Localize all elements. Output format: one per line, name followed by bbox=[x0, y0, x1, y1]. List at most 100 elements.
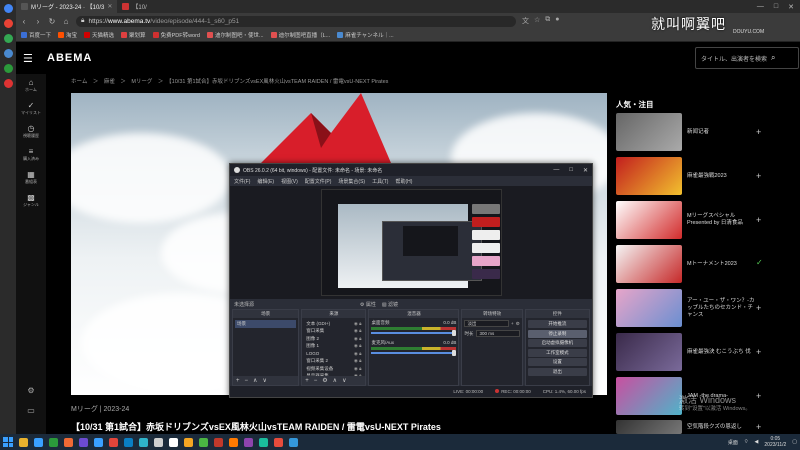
popular-thumbnail[interactable] bbox=[616, 157, 682, 195]
obs-menu-file[interactable]: 文件(F) bbox=[234, 178, 250, 185]
rail-item-mylist[interactable]: ✓ マイリスト bbox=[16, 97, 46, 120]
abema-logo[interactable]: ABEMA bbox=[47, 52, 92, 64]
source-item[interactable]: 窗口采集 2 ◉ 🔒︎ bbox=[304, 358, 363, 366]
clock[interactable]: 0:05 2023/11/2 bbox=[764, 436, 786, 448]
home-icon[interactable]: ⌂ bbox=[62, 17, 70, 26]
popular-item[interactable]: 空気階段クズの恩返し + bbox=[616, 420, 768, 434]
bookmark-item[interactable]: 聚划算 bbox=[121, 31, 146, 39]
remove-icon[interactable]: − bbox=[245, 378, 249, 384]
volume-slider[interactable] bbox=[371, 350, 457, 356]
add-to-list-icon[interactable]: + bbox=[756, 422, 761, 432]
extension-icon[interactable] bbox=[3, 4, 13, 13]
popular-item[interactable]: アー・ユー・ザ・ワン？-カップルたちのセカンド・チャンス + bbox=[616, 289, 768, 327]
popular-thumbnail[interactable] bbox=[616, 245, 682, 283]
taskbar-app-icon[interactable] bbox=[49, 437, 58, 447]
move-down-icon[interactable]: ∨ bbox=[262, 377, 266, 384]
move-up-icon[interactable]: ∧ bbox=[333, 377, 337, 384]
obs-properties-button[interactable]: ⚙ 属性 bbox=[360, 301, 376, 308]
popular-thumbnail[interactable] bbox=[616, 333, 682, 371]
taskbar-app-icon[interactable] bbox=[184, 437, 193, 447]
add-to-list-icon[interactable]: + bbox=[756, 127, 761, 137]
settings-button[interactable]: ⚙ bbox=[16, 386, 46, 395]
popular-item[interactable]: 新闻记者 + bbox=[616, 113, 768, 151]
close-window-icon[interactable]: ✕ bbox=[788, 3, 794, 11]
taskbar-app-icon[interactable] bbox=[259, 437, 268, 447]
taskbar-app-icon[interactable] bbox=[229, 437, 238, 447]
extension-icon[interactable] bbox=[3, 49, 13, 58]
obs-preview[interactable] bbox=[230, 186, 592, 299]
bookmark-item[interactable]: 免费PDF转word bbox=[152, 31, 200, 39]
minimize-icon[interactable]: — bbox=[553, 167, 559, 174]
taskbar-app-icon[interactable] bbox=[19, 437, 28, 447]
visibility-lock-icon[interactable]: ◉ 🔒︎ bbox=[354, 358, 362, 364]
windows-start-icon[interactable] bbox=[3, 437, 13, 447]
add-to-list-icon[interactable]: + bbox=[756, 347, 761, 357]
obs-control-button[interactable]: 停止录制 bbox=[527, 329, 587, 338]
taskbar-app-icon[interactable] bbox=[274, 437, 283, 447]
notification-icon[interactable]: ▢ bbox=[792, 439, 797, 445]
network-icon[interactable]: ⌔ bbox=[744, 439, 749, 445]
bookmark-item[interactable]: 天猫精选 bbox=[84, 31, 114, 39]
obs-menu-profile[interactable]: 配置文件(P) bbox=[305, 178, 332, 185]
taskbar-app-icon[interactable] bbox=[199, 437, 208, 447]
profile-icon[interactable]: ● bbox=[555, 16, 559, 26]
popular-thumbnail[interactable] bbox=[616, 289, 682, 327]
desktop-button[interactable]: 桌面 bbox=[728, 439, 738, 446]
source-item[interactable]: 图像 1 ◉ 🔒︎ bbox=[304, 343, 363, 351]
popular-item[interactable]: 麻雀最強決 むこうぶち 伐 + bbox=[616, 333, 768, 371]
add-icon[interactable]: + bbox=[511, 321, 514, 326]
taskbar-app-icon[interactable] bbox=[124, 437, 133, 447]
minimize-icon[interactable]: — bbox=[757, 3, 764, 11]
rail-item-purchased[interactable]: ≡ 購入済み bbox=[16, 143, 46, 166]
rail-item-genre[interactable]: ▩ ジャンル bbox=[16, 189, 46, 212]
obs-menu-edit[interactable]: 编辑(E) bbox=[257, 178, 274, 185]
add-to-list-icon[interactable]: + bbox=[756, 391, 761, 401]
volume-icon[interactable]: ◀ bbox=[755, 439, 759, 445]
taskbar-app-icon[interactable] bbox=[244, 437, 253, 447]
browser-tab-active[interactable]: Mリーグ - 2023-24 · 【10/3 ✕ bbox=[16, 0, 118, 13]
bookmark-item[interactable]: 百度一下 bbox=[21, 31, 51, 39]
forward-icon[interactable]: › bbox=[34, 17, 42, 26]
rail-item-home[interactable]: ⌂ ホーム bbox=[16, 74, 46, 97]
scene-item[interactable]: 场景 bbox=[235, 320, 297, 328]
obs-menu-tools[interactable]: 工具(T) bbox=[372, 178, 388, 185]
obs-control-button[interactable]: 工作室模式 bbox=[527, 348, 587, 357]
visibility-lock-icon[interactable]: ◉ 🔒︎ bbox=[354, 336, 362, 342]
popular-thumbnail[interactable] bbox=[616, 113, 682, 151]
volume-slider[interactable] bbox=[371, 330, 457, 336]
added-check-icon[interactable]: ✓ bbox=[756, 258, 763, 267]
extension-icon[interactable] bbox=[3, 64, 13, 73]
maximize-icon[interactable]: □ bbox=[774, 3, 778, 11]
visibility-lock-icon[interactable]: ◉ 🔒︎ bbox=[354, 343, 362, 349]
bookmark-item[interactable]: 淘宝 bbox=[58, 31, 77, 39]
close-icon[interactable]: ✕ bbox=[583, 167, 588, 174]
visibility-lock-icon[interactable]: ◉ 🔒︎ bbox=[354, 321, 362, 327]
popular-item[interactable]: 麻雀最強戦2023 + bbox=[616, 157, 768, 195]
popular-thumbnail[interactable] bbox=[616, 201, 682, 239]
move-down-icon[interactable]: ∨ bbox=[342, 377, 346, 384]
translate-icon[interactable]: 文 bbox=[522, 16, 529, 26]
duration-input[interactable]: 300 ms bbox=[476, 330, 520, 337]
add-to-list-icon[interactable]: + bbox=[756, 303, 761, 313]
add-to-list-icon[interactable]: + bbox=[756, 215, 761, 225]
visibility-lock-icon[interactable]: ◉ 🔒︎ bbox=[354, 328, 362, 334]
source-item[interactable]: 文本 (GDI+) ◉ 🔒︎ bbox=[304, 320, 363, 328]
browser-tab[interactable]: 【10/ bbox=[117, 0, 151, 13]
remove-icon[interactable]: − bbox=[314, 378, 318, 384]
settings-icon[interactable]: ⚙ bbox=[516, 321, 520, 327]
transition-select[interactable]: 淡出 bbox=[464, 320, 510, 327]
url-input[interactable]: 🔒︎ https://www.abema.tv/video/episode/44… bbox=[76, 15, 516, 27]
star-icon[interactable]: ☆ bbox=[534, 16, 540, 26]
bookmark-item[interactable]: 麻雀チャンネル｜... bbox=[337, 31, 394, 39]
obs-menu-view[interactable]: 视图(V) bbox=[281, 178, 298, 185]
panel-button[interactable]: ▭ bbox=[16, 406, 46, 415]
bookmark-item[interactable]: 迪尔制图吧直播（L... bbox=[270, 31, 330, 39]
popular-thumbnail[interactable] bbox=[616, 420, 682, 434]
source-item[interactable]: LOGO ◉ 🔒︎ bbox=[304, 350, 363, 358]
move-up-icon[interactable]: ∧ bbox=[253, 377, 257, 384]
settings-icon[interactable]: ⚙ bbox=[322, 377, 327, 384]
bookmark-item[interactable]: 迪尔制图吧・使世... bbox=[206, 31, 264, 39]
extension-icon[interactable] bbox=[3, 79, 13, 88]
source-item[interactable]: 窗口采集 ◉ 🔒︎ bbox=[304, 328, 363, 336]
obs-menu-scene-collection[interactable]: 场景集合(S) bbox=[338, 178, 365, 185]
